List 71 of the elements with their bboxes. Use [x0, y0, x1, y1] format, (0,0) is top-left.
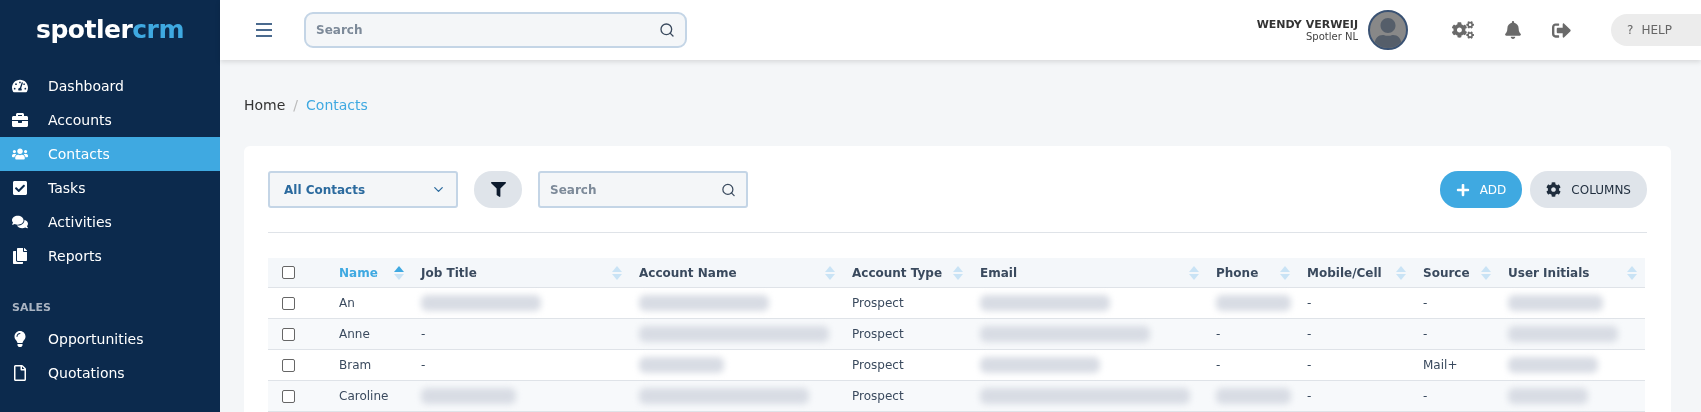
columns-button[interactable]: COLUMNS — [1530, 171, 1647, 208]
sidebar-item[interactable]: Tasks — [0, 171, 220, 205]
row-checkbox[interactable] — [282, 296, 295, 310]
table-cell: An — [339, 296, 355, 310]
table-cell: - — [421, 358, 426, 372]
gauge-icon — [12, 78, 28, 94]
breadcrumb-item: Contacts — [306, 97, 368, 115]
chat-icon — [12, 214, 28, 230]
table-cell: - — [1307, 296, 1312, 310]
logo: spotlercrm — [35, 13, 185, 46]
table-cell: - — [1423, 296, 1428, 310]
filter-button[interactable] — [474, 171, 522, 208]
row-checkbox[interactable] — [282, 327, 295, 341]
table-cell: - — [421, 327, 426, 341]
avatar[interactable] — [1368, 10, 1408, 50]
search-field[interactable]: Search — [538, 171, 748, 208]
table-cell: Mail+ — [1423, 358, 1458, 372]
row-checkbox[interactable] — [282, 389, 295, 403]
column-header[interactable]: Email — [971, 258, 1207, 288]
column-header[interactable]: Source — [1414, 258, 1499, 288]
table-cell: Prospect — [852, 327, 904, 341]
filter-icon — [490, 182, 506, 197]
gear-icon — [1546, 182, 1562, 197]
documents-icon — [12, 248, 28, 264]
table-cell: - — [1216, 358, 1221, 372]
briefcase-icon — [12, 112, 28, 128]
table-cell: - — [1423, 389, 1428, 403]
table-cell: Prospect — [852, 358, 904, 372]
search-icon[interactable] — [721, 182, 736, 197]
breadcrumb-item[interactable]: Home — [244, 97, 286, 146]
table-cell: - — [1307, 358, 1312, 372]
column-header[interactable]: Phone — [1207, 258, 1298, 288]
sidebar-item[interactable]: Accounts — [0, 103, 220, 137]
table-cell: Bram — [339, 358, 372, 372]
table-cell: - — [1307, 389, 1312, 403]
help-button[interactable]: ? HELP — [1611, 14, 1701, 46]
settings-icon[interactable] — [1452, 19, 1474, 41]
search-icon[interactable] — [659, 22, 675, 38]
table-cell: Anne — [339, 327, 370, 341]
bell-icon[interactable] — [1504, 21, 1522, 39]
table-cell: Caroline — [339, 389, 389, 403]
table-cell: - — [1216, 327, 1221, 341]
table-cell: - — [1423, 327, 1428, 341]
select-all-checkbox[interactable] — [282, 266, 295, 279]
column-header[interactable]: Account Type — [843, 258, 971, 288]
breadcrumb-separator: / — [293, 97, 299, 115]
user-name: WENDY VERWEIJ — [1256, 18, 1358, 31]
checkbox-icon — [12, 180, 28, 196]
menu-icon[interactable] — [256, 23, 272, 37]
search-field[interactable]: Search — [304, 12, 687, 48]
column-header[interactable]: Account Name — [630, 258, 843, 288]
section-title: SALES — [11, 300, 52, 316]
users-icon — [12, 146, 28, 162]
company-name: Spotler NL — [1306, 31, 1358, 42]
table-cell: - — [1307, 327, 1312, 341]
column-header[interactable]: Job Title — [412, 258, 630, 288]
sidebar-item[interactable]: Quotations — [0, 356, 220, 390]
column-header[interactable]: Mobile/Cell — [1298, 258, 1414, 288]
lightbulb-icon — [12, 331, 28, 347]
file-icon — [12, 365, 28, 381]
sidebar-item[interactable]: Activities — [0, 205, 220, 239]
plus-icon — [1455, 182, 1470, 197]
sidebar-item[interactable]: Dashboard — [0, 69, 220, 103]
table-cell: Prospect — [852, 296, 904, 310]
column-header[interactable]: User Initials — [1499, 258, 1645, 288]
sidebar-item[interactable]: Opportunities — [0, 322, 220, 356]
row-checkbox[interactable] — [282, 358, 295, 372]
logout-icon[interactable] — [1552, 20, 1571, 40]
view-select[interactable]: All Contacts — [268, 171, 458, 208]
sidebar-item[interactable]: Reports — [0, 239, 220, 273]
table-cell: Prospect — [852, 389, 904, 403]
